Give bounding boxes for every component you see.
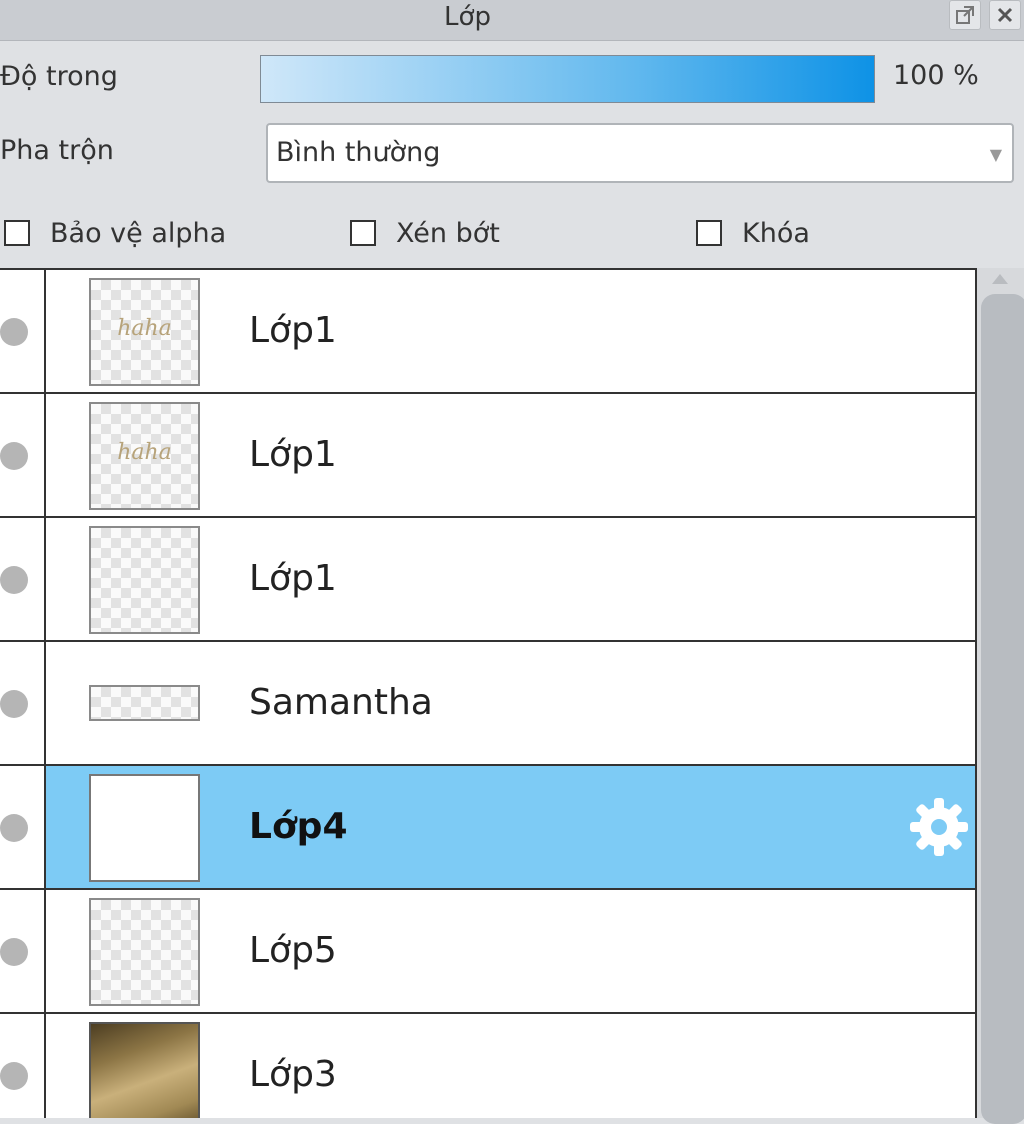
layer-row[interactable]: Lớp1: [0, 518, 975, 642]
clip-label: Xén bớt: [396, 217, 500, 249]
layer-row[interactable]: Lớp5: [0, 890, 975, 1014]
chevron-down-icon: ▼: [989, 145, 1002, 164]
visibility-toggle-icon[interactable]: [0, 814, 28, 842]
visibility-column: [0, 890, 46, 1012]
visibility-toggle-icon[interactable]: [0, 1062, 28, 1090]
thumbnail-text: haha: [117, 440, 172, 465]
scrollbar-thumb[interactable]: [981, 294, 1024, 1124]
layer-name: Lớp1: [249, 434, 337, 475]
visibility-column: [0, 766, 46, 888]
float-window-icon[interactable]: [949, 0, 981, 30]
panel-titlebar: Lớp: [0, 0, 1024, 41]
close-icon[interactable]: [989, 0, 1021, 30]
visibility-column: [0, 270, 46, 392]
layer-name: Lớp5: [249, 930, 337, 971]
layer-name: Lớp1: [249, 558, 337, 599]
visibility-toggle-icon[interactable]: [0, 318, 28, 346]
blend-mode-value: Bình thường: [276, 137, 441, 168]
opacity-slider[interactable]: [260, 55, 875, 103]
visibility-toggle-icon[interactable]: [0, 690, 28, 718]
gear-icon[interactable]: [908, 796, 970, 858]
layer-thumbnail: haha: [89, 278, 200, 386]
checkbox-box[interactable]: [4, 220, 30, 246]
blend-label: Pha trộn: [0, 135, 114, 166]
clip-checkbox[interactable]: Xén bớt: [350, 215, 500, 251]
layer-row[interactable]: Lớp3: [0, 1014, 975, 1118]
layer-row[interactable]: haha Lớp1: [0, 270, 975, 394]
layer-thumbnail: [89, 685, 200, 721]
layer-name: Lớp4: [249, 806, 348, 847]
layer-thumbnail: haha: [89, 402, 200, 510]
lock-label: Khóa: [742, 217, 810, 249]
layer-row[interactable]: Samantha: [0, 642, 975, 766]
visibility-column: [0, 642, 46, 764]
layer-row-selected[interactable]: Lớp4: [0, 766, 975, 890]
blend-mode-select[interactable]: Bình thường ▼: [266, 123, 1014, 183]
visibility-column: [0, 394, 46, 516]
layer-list: haha Lớp1 haha Lớp1 Lớp1 Samantha Lớp4 L…: [0, 268, 977, 1118]
layer-thumbnail: [89, 898, 200, 1006]
visibility-toggle-icon[interactable]: [0, 442, 28, 470]
layer-name: Samantha: [249, 682, 433, 723]
layer-thumbnail: [89, 774, 200, 882]
alpha-protect-label: Bảo vệ alpha: [50, 217, 227, 249]
visibility-column: [0, 518, 46, 640]
visibility-column: [0, 1014, 46, 1118]
scrollbar[interactable]: [977, 268, 1024, 1124]
alpha-protect-checkbox[interactable]: Bảo vệ alpha: [4, 215, 226, 251]
lock-checkbox[interactable]: Khóa: [696, 215, 810, 251]
checkbox-box[interactable]: [696, 220, 722, 246]
scroll-up-icon[interactable]: [992, 274, 1008, 284]
layer-name: Lớp1: [249, 310, 337, 351]
visibility-toggle-icon[interactable]: [0, 938, 28, 966]
opacity-label: Độ trong: [0, 61, 118, 92]
checkbox-box[interactable]: [350, 220, 376, 246]
visibility-toggle-icon[interactable]: [0, 566, 28, 594]
thumbnail-text: haha: [117, 316, 172, 341]
layer-row[interactable]: haha Lớp1: [0, 394, 975, 518]
panel-title: Lớp: [444, 2, 491, 32]
layer-thumbnail: [89, 526, 200, 634]
opacity-value: 100 %: [893, 60, 979, 91]
layer-thumbnail-photo: [89, 1022, 200, 1118]
layer-name: Lớp3: [249, 1054, 337, 1095]
